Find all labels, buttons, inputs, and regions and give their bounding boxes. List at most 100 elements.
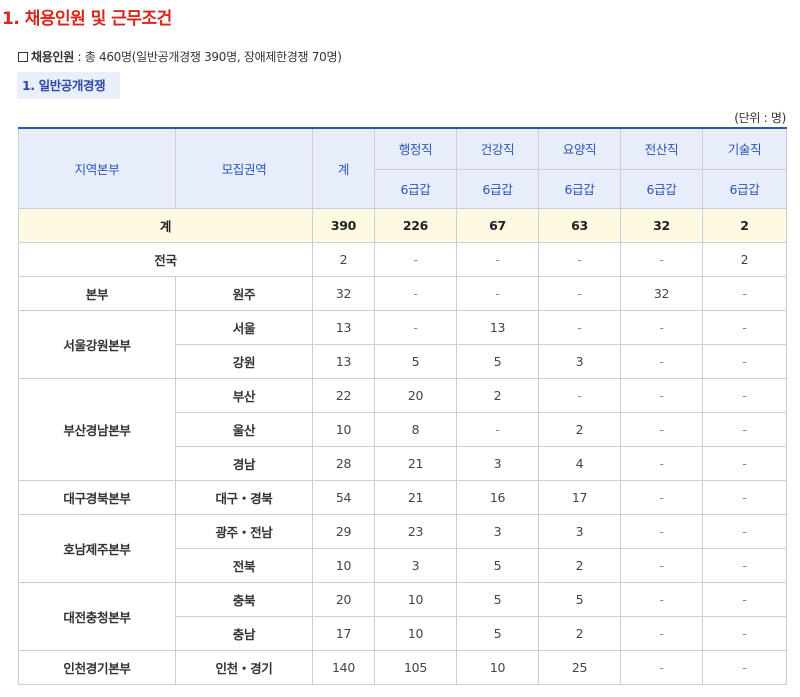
table-row: 부산경남본부 부산 22 20 2 - - - [18,377,787,481]
cell: 105 [374,649,457,685]
table-row: 인천경기본부 인천・경기 140 105 10 25 - - [18,649,787,685]
cell: 10 [374,615,457,651]
cell: - [702,581,787,617]
header-job-it: 전산직 [620,127,703,170]
cell: - [620,581,703,617]
table-row: 호남제주본부 광주・전남 29 23 3 3 - - [18,513,787,583]
row-label: 전국 [18,241,313,277]
cell: - [702,649,787,685]
cell: 17 [312,615,375,651]
region-cell: 서울강원본부 [18,309,176,379]
recruit-summary: 채용인원 : 총 460명(일반공개경쟁 390명, 장애제한경쟁 70명) [18,48,342,65]
header-total: 계 [312,127,375,209]
cell: - [702,445,787,481]
cell: - [456,241,539,277]
cell: 3 [374,547,457,583]
cell: - [374,309,457,345]
header-grade: 6급갑 [538,168,621,209]
summary-label: 채용인원 [31,50,74,64]
header-grade: 6급갑 [374,168,457,209]
table-row: 서울강원본부 서울 13 - 13 - - - [18,309,787,379]
area-cell: 울산 [175,411,313,447]
cell: - [374,275,457,311]
cell: - [620,649,703,685]
cell: - [620,343,703,379]
cell: - [538,275,621,311]
header-grade: 6급갑 [456,168,539,209]
header-area: 모집권역 [175,127,313,209]
header-job-tech: 기술직 [702,127,787,170]
area-cell: 인천・경기 [175,649,313,685]
cell: 390 [312,207,375,243]
cell: 13 [312,309,375,345]
cell: 140 [312,649,375,685]
cell: 8 [374,411,457,447]
cell: 5 [456,615,539,651]
cell: - [620,479,703,515]
summary-text: : 총 460명(일반공개경쟁 390명, 장애제한경쟁 70명) [73,50,342,64]
cell: 54 [312,479,375,515]
region-cell: 인천경기본부 [18,649,176,685]
table-row-national: 전국 2 - - - - 2 [18,241,787,277]
cell: 5 [456,547,539,583]
cell: 2 [538,615,621,651]
cell: 10 [374,581,457,617]
cell: 32 [620,275,703,311]
cell: - [374,241,457,277]
table-row-total: 계 390 226 67 63 32 2 [18,207,787,243]
row-label: 계 [18,207,313,243]
cell: 32 [620,207,703,243]
cell: - [620,445,703,481]
cell: - [702,309,787,345]
cell: 2 [312,241,375,277]
cell: 10 [456,649,539,685]
cell: 29 [312,513,375,549]
region-cell: 대전충청본부 [18,581,176,651]
cell: - [456,411,539,447]
cell: 5 [456,581,539,617]
cell: 3 [456,513,539,549]
cell: - [538,377,621,413]
cell: 32 [312,275,375,311]
cell: - [702,275,787,311]
cell: 2 [538,547,621,583]
cell: - [702,411,787,447]
cell: - [456,275,539,311]
header-region: 지역본부 [18,127,176,209]
header-job-health: 건강직 [456,127,539,170]
cell: 5 [456,343,539,379]
cell: - [620,241,703,277]
region-cell: 본부 [18,275,176,311]
region-cell: 부산경남본부 [18,377,176,481]
cell: 2 [456,377,539,413]
cell: - [620,513,703,549]
region-cell: 대구경북본부 [18,479,176,515]
cell: 13 [312,343,375,379]
cell: 63 [538,207,621,243]
cell: - [702,343,787,379]
cell: - [702,513,787,549]
area-cell: 대구・경북 [175,479,313,515]
table-row: 대전충청본부 충북 20 10 5 5 - - [18,581,787,651]
cell: 25 [538,649,621,685]
cell: 226 [374,207,457,243]
table-row: 대구경북본부 대구・경북 54 21 16 17 - - [18,479,787,515]
cell: 16 [456,479,539,515]
cell: - [538,309,621,345]
cell: 20 [374,377,457,413]
cell: 3 [538,343,621,379]
cell: 21 [374,479,457,515]
cell: 4 [538,445,621,481]
cell: - [702,615,787,651]
cell: - [620,547,703,583]
cell: - [620,615,703,651]
cell: - [620,411,703,447]
recruitment-table: 지역본부 모집권역 계 행정직 건강직 요양직 전산직 기술직 6급갑 6급갑 … [18,127,787,685]
cell: 23 [374,513,457,549]
cell: - [538,241,621,277]
cell: 20 [312,581,375,617]
cell: 13 [456,309,539,345]
header-job-care: 요양직 [538,127,621,170]
cell: 3 [538,513,621,549]
square-bullet-icon [18,52,28,62]
